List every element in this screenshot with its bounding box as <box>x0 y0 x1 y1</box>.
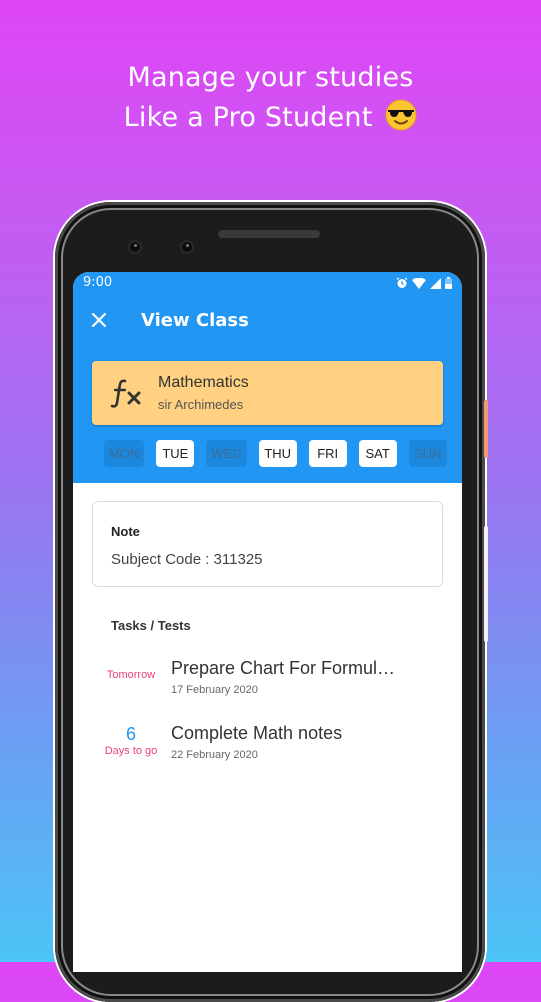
app-bar: 9:00 View Class Mathematics sir Archimed… <box>73 272 462 483</box>
signal-icon <box>430 277 441 289</box>
class-name: Mathematics <box>158 374 249 391</box>
task-date: 17 February 2020 <box>171 684 258 696</box>
task-item[interactable]: 6 Days to go Complete Math notes 22 Febr… <box>73 723 462 773</box>
power-button <box>484 400 488 458</box>
front-camera-icon <box>128 240 142 254</box>
page-title: View Class <box>141 310 249 331</box>
volume-button <box>484 526 488 642</box>
alarm-icon <box>396 277 408 288</box>
day-chip-sat[interactable]: SAT <box>358 440 397 467</box>
sunglasses-emoji-icon <box>385 99 417 131</box>
day-chip-fri[interactable]: FRI <box>308 440 347 467</box>
promo-line-2-text: Like a Pro Student <box>123 102 373 133</box>
status-icons <box>396 277 452 289</box>
task-title: Prepare Chart For Formul… <box>171 658 396 678</box>
note-text: Subject Code : 311325 <box>111 551 263 568</box>
earpiece-speaker <box>218 230 320 238</box>
app-screen: 9:00 View Class Mathematics sir Archimed… <box>73 272 462 972</box>
day-chip-thu[interactable]: THU <box>258 440 297 467</box>
day-chip-tue[interactable]: TUE <box>156 440 195 467</box>
note-label: Note <box>111 524 140 539</box>
battery-icon <box>445 277 452 289</box>
task-date: 22 February 2020 <box>171 749 258 761</box>
front-sensor-icon <box>180 240 194 254</box>
weekday-selector: MON TUE WED THU FRI SAT SUN <box>104 440 459 467</box>
close-icon[interactable] <box>89 310 109 330</box>
task-title: Complete Math notes <box>171 723 343 743</box>
promo-line-2: Like a Pro Student <box>0 98 541 138</box>
toolbar: View Class <box>73 308 462 334</box>
day-chip-sun[interactable]: SUN <box>408 440 447 467</box>
wifi-icon <box>412 277 426 289</box>
promo-headline: Manage your studies Like a Pro Student <box>0 58 541 138</box>
class-teacher: sir Archimedes <box>158 397 244 412</box>
function-fx-icon <box>110 379 141 408</box>
promo-line-1: Manage your studies <box>127 62 414 93</box>
note-card: Note Subject Code : 311325 <box>92 501 443 587</box>
class-card[interactable]: Mathematics sir Archimedes <box>92 361 443 425</box>
day-chip-wed[interactable]: WED <box>206 440 247 467</box>
task-item[interactable]: Tomorrow Prepare Chart For Formul… 17 Fe… <box>73 658 462 708</box>
status-bar: 9:00 <box>73 272 462 296</box>
tasks-section-title: Tasks / Tests <box>111 618 191 633</box>
day-chip-mon[interactable]: MON <box>104 440 145 467</box>
status-time: 9:00 <box>83 275 113 290</box>
